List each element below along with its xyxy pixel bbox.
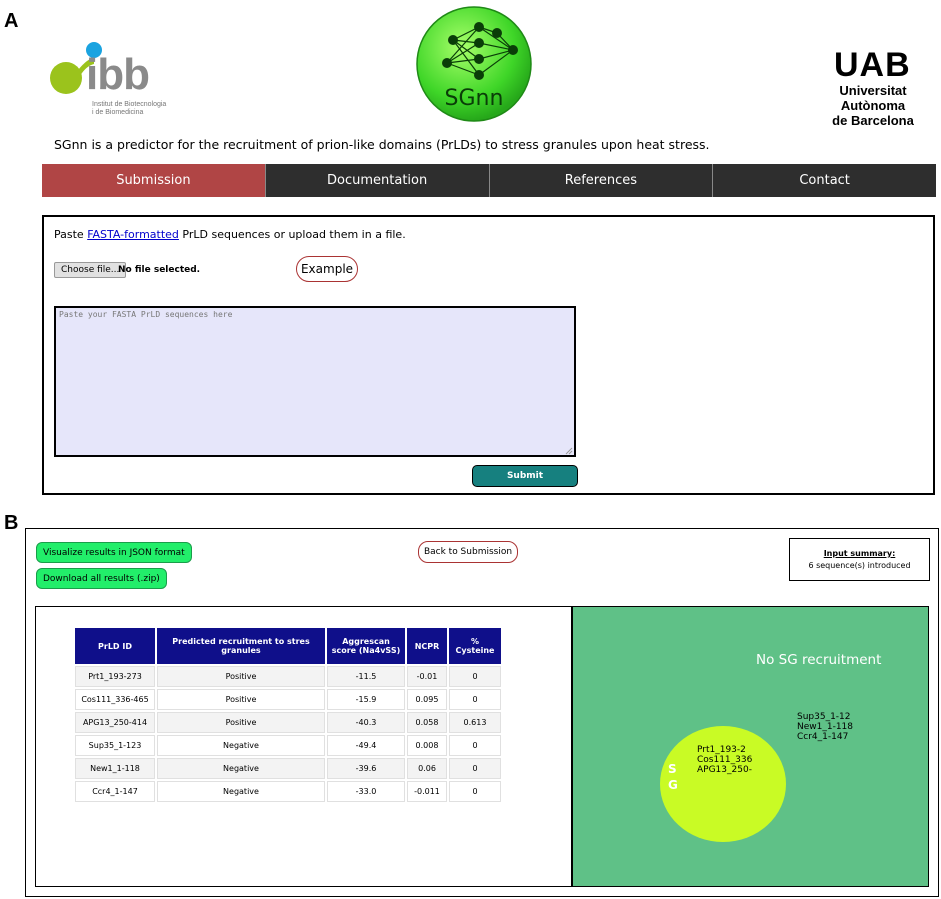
file-status: No file selected. — [118, 265, 201, 275]
cell-cysteine: 0.613 — [449, 712, 501, 733]
cell-cysteine: 0 — [449, 735, 501, 756]
choose-file-button[interactable]: Choose file... — [54, 262, 127, 278]
table-row: Cos111_336-465 Positive -15.9 0.095 0 — [75, 689, 501, 710]
cell-aggrescan: -11.5 — [327, 666, 405, 687]
cell-prediction: Positive — [157, 712, 325, 733]
cell-id: APG13_250-414 — [75, 712, 155, 733]
header-aggrescan: Aggrescan score (Na4vSS) — [327, 628, 405, 664]
header-cysteine: % Cysteine — [449, 628, 501, 664]
sgnn-logo-icon: SGnn — [416, 6, 532, 122]
uab-logo-subtitle: Universitat Autònoma de Barcelona — [832, 83, 914, 128]
cell-cysteine: 0 — [449, 758, 501, 779]
list-item: Prt1_193-2 — [697, 745, 746, 755]
cell-id: Prt1_193-273 — [75, 666, 155, 687]
input-summary-title: Input summary: — [823, 549, 896, 558]
cell-prediction: Negative — [157, 781, 325, 802]
cell-aggrescan: -15.9 — [327, 689, 405, 710]
cell-prediction: Positive — [157, 666, 325, 687]
list-item: Ccr4_1-147 — [797, 732, 849, 742]
tab-contact[interactable]: Contact — [713, 164, 936, 197]
sequence-placeholder: Paste your FASTA PrLD sequences here — [59, 310, 233, 319]
cell-ncpr: -0.011 — [407, 781, 447, 802]
table-row: APG13_250-414 Positive -40.3 0.058 0.613 — [75, 712, 501, 733]
table-row: Prt1_193-273 Positive -11.5 -0.01 0 — [75, 666, 501, 687]
tab-references[interactable]: References — [489, 164, 714, 197]
cell-id: Ccr4_1-147 — [75, 781, 155, 802]
table-row: New1_1-118 Negative -39.6 0.06 0 — [75, 758, 501, 779]
fasta-format-link[interactable]: FASTA-formatted — [87, 228, 179, 241]
cell-prediction: Negative — [157, 735, 325, 756]
cell-cysteine: 0 — [449, 781, 501, 802]
cell-aggrescan: -49.4 — [327, 735, 405, 756]
intro-text: SGnn is a predictor for the recruitment … — [54, 137, 710, 152]
back-to-submission-button[interactable]: Back to Submission — [418, 541, 518, 563]
header-prld-id: PrLD ID — [75, 628, 155, 664]
resize-handle-icon[interactable] — [565, 447, 573, 455]
table-row: Ccr4_1-147 Negative -33.0 -0.011 0 — [75, 781, 501, 802]
json-results-button[interactable]: Visualize results in JSON format — [36, 542, 192, 563]
header-ncpr: NCPR — [407, 628, 447, 664]
cell-ncpr: 0.008 — [407, 735, 447, 756]
header-predicted-recruitment: Predicted recruitment to stres granules — [157, 628, 325, 664]
main-nav: Submission Documentation References Cont… — [42, 164, 936, 197]
cell-prediction: Positive — [157, 689, 325, 710]
input-summary-count: 6 sequence(s) introduced — [808, 561, 911, 570]
outside-sequence-list: Sup35_1-12 New1_1-118 Ccr4_1-147 — [797, 712, 853, 742]
cell-ncpr: 0.095 — [407, 689, 447, 710]
list-item: Cos111_336 — [697, 755, 753, 765]
uab-logo-text: UAB — [834, 46, 911, 84]
cell-ncpr: -0.01 — [407, 666, 447, 687]
results-table: PrLD ID Predicted recruitment to stres g… — [73, 626, 503, 804]
no-sg-recruitment-label: No SG recruitment — [756, 652, 882, 668]
panel-letter-a: A — [4, 10, 19, 32]
sgnn-logo-text: SGnn — [445, 86, 504, 111]
submit-button[interactable]: Submit — [472, 465, 578, 487]
cell-cysteine: 0 — [449, 689, 501, 710]
sg-label: S G — [668, 762, 678, 792]
list-item: New1_1-118 — [797, 722, 854, 732]
cell-aggrescan: -33.0 — [327, 781, 405, 802]
cell-id: Cos111_336-465 — [75, 689, 155, 710]
panel-letter-b: B — [4, 512, 19, 534]
input-summary: Input summary: 6 sequence(s) introduced — [789, 538, 930, 581]
sequence-textarea[interactable] — [54, 306, 576, 457]
example-button[interactable]: Example — [296, 256, 358, 282]
list-item: Sup35_1-12 — [797, 712, 851, 722]
ibb-logo-subtitle: Institut de Biotecnologia i de Biomedici… — [92, 101, 167, 116]
tab-submission[interactable]: Submission — [42, 164, 266, 197]
ibb-logo-text: ibb — [86, 50, 150, 99]
inside-sequence-list: Prt1_193-2 Cos111_336 APG13_250- — [697, 745, 752, 775]
paste-instructions: Paste FASTA-formatted PrLD sequences or … — [54, 228, 406, 241]
cell-ncpr: 0.06 — [407, 758, 447, 779]
cell-cysteine: 0 — [449, 666, 501, 687]
cell-id: Sup35_1-123 — [75, 735, 155, 756]
tab-documentation[interactable]: Documentation — [265, 164, 490, 197]
cell-ncpr: 0.058 — [407, 712, 447, 733]
cell-id: New1_1-118 — [75, 758, 155, 779]
cell-aggrescan: -40.3 — [327, 712, 405, 733]
table-row: Sup35_1-123 Negative -49.4 0.008 0 — [75, 735, 501, 756]
cell-aggrescan: -39.6 — [327, 758, 405, 779]
download-zip-button[interactable]: Download all results (.zip) — [36, 568, 167, 589]
cell-prediction: Negative — [157, 758, 325, 779]
list-item: APG13_250- — [697, 765, 752, 775]
